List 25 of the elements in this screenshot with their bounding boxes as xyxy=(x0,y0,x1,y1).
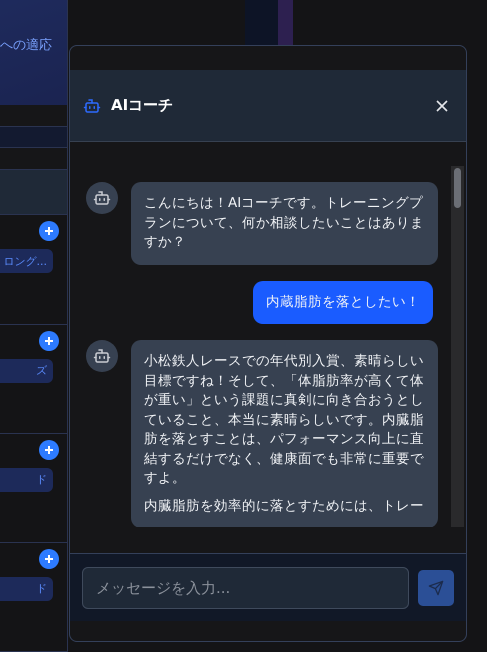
robot-icon xyxy=(93,347,111,365)
plus-icon xyxy=(44,336,54,346)
bot-message: こんにちは！AIコーチです。トレーニングプランについて、何か相談したいことはありますか？ xyxy=(131,182,438,264)
add-button[interactable] xyxy=(39,221,59,242)
scrollbar[interactable] xyxy=(451,166,464,527)
plus-icon xyxy=(44,226,54,236)
add-button[interactable] xyxy=(39,548,59,569)
user-message: 内蔵脂肪を落としたい！ xyxy=(253,280,433,324)
robot-icon xyxy=(93,189,111,207)
robot-icon xyxy=(83,96,101,114)
add-button[interactable] xyxy=(39,440,59,460)
tag: ド xyxy=(0,468,53,492)
close-icon xyxy=(436,100,448,112)
send-icon xyxy=(428,580,444,596)
message-input[interactable]: メッセージを入力... xyxy=(82,566,409,608)
tag: ズ xyxy=(0,358,53,383)
banner-text: への適応 xyxy=(0,37,52,54)
plus-icon xyxy=(44,444,54,455)
tag: ロング... xyxy=(0,249,53,274)
bot-message: 小松鉄人レースでの年代別入賞、素晴らしい目標ですね！そして、「体脂肪率が高くて体が重い」という課題に真剣に向き合おうとしていること、本当に素晴らしいです。内臓脂肪を落とすことは、パフォーマンス向上に直結するだけでなく、健康面でも非常に重要ですよ。 内臓脂肪を効率的に落とすためには、トレー xyxy=(131,340,438,527)
add-button[interactable] xyxy=(39,330,59,351)
tag: ド xyxy=(0,576,53,601)
plus-icon xyxy=(44,554,54,564)
close-button[interactable] xyxy=(434,98,450,114)
dialog-title: AIコーチ xyxy=(111,96,174,115)
